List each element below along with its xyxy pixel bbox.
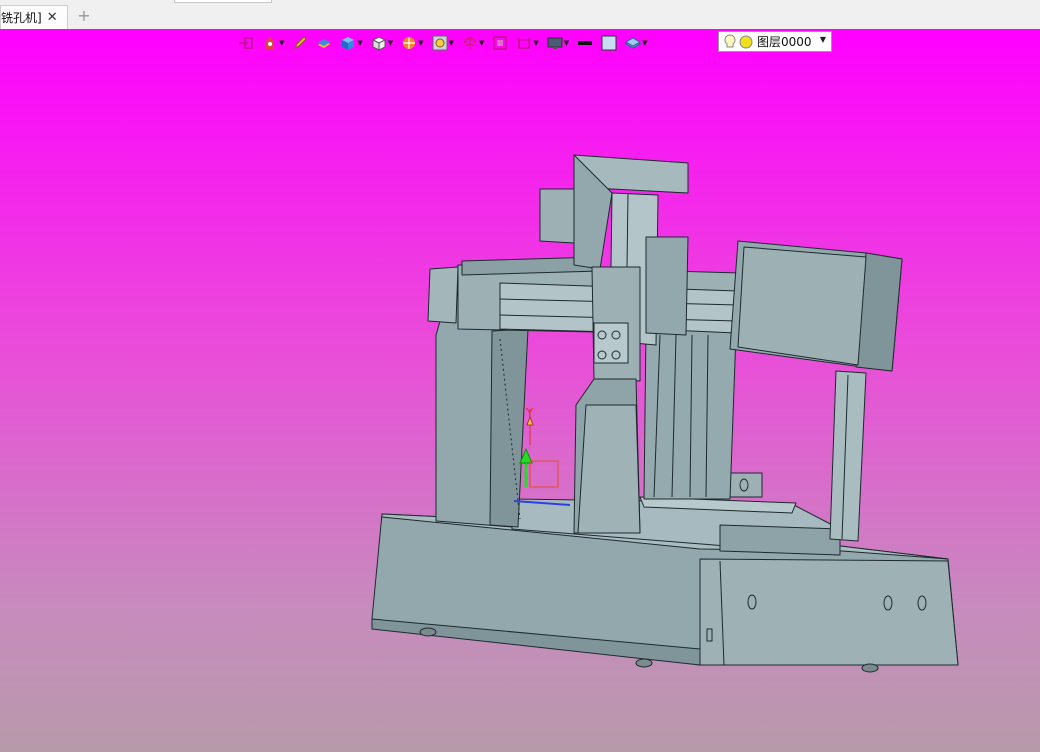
- document-tab[interactable]: 铣孔机] ✕: [0, 5, 68, 29]
- tb-rotate[interactable]: ▼: [462, 33, 484, 53]
- layer-name: 图层0000: [757, 35, 812, 49]
- chevron-down-icon: ▼: [357, 39, 363, 47]
- section-view-icon: [517, 38, 532, 49]
- chevron-down-icon: ▼: [387, 39, 394, 47]
- tb-line-color[interactable]: [577, 33, 593, 53]
- tb-pen[interactable]: [292, 33, 308, 53]
- chevron-down-icon: ▼: [533, 39, 539, 47]
- tb-fill-color[interactable]: [601, 33, 617, 53]
- chevron-down-icon: ▼: [279, 39, 285, 47]
- y-axis-label: Y: [525, 406, 534, 420]
- rotate-view-icon: [463, 37, 476, 49]
- chevron-down-icon[interactable]: ▼: [820, 35, 826, 44]
- layer-stack-icon: [625, 37, 642, 49]
- top-input-stub: [174, 0, 272, 3]
- lightbulb-icon[interactable]: [723, 33, 737, 50]
- add-tab-icon[interactable]: +: [76, 7, 92, 25]
- cnc-drilling-machine-model[interactable]: Y: [0, 29, 1040, 752]
- tb-display[interactable]: ▼: [547, 33, 569, 53]
- color-entity-icon: [318, 39, 331, 48]
- tb-color[interactable]: [316, 33, 332, 53]
- fit-view-icon: [493, 36, 508, 50]
- view-toolbar: ▼ ▼ ▼ ▼ ▼ ▼ ▼ ▼ ▼: [238, 32, 656, 54]
- solid-view-icon: [342, 37, 355, 50]
- set-properties-icon: [266, 37, 274, 49]
- layer-select[interactable]: 图层0000 ▼: [718, 31, 832, 52]
- layer-color-dot-icon[interactable]: [739, 35, 753, 49]
- render-style-icon: [403, 37, 416, 49]
- tb-move[interactable]: [238, 33, 254, 53]
- chevron-down-icon: ▼: [478, 39, 485, 47]
- tab-close-icon[interactable]: ✕: [47, 10, 58, 25]
- 3d-viewport[interactable]: Y ▼ ▼ ▼ ▼ ▼ ▼ ▼ ▼ ▼ 图层0000 ▼: [0, 29, 1040, 752]
- tb-solid[interactable]: ▼: [340, 33, 363, 53]
- view-cube-icon: [371, 36, 386, 51]
- document-tab-label: 铣孔机]: [1, 11, 42, 25]
- chevron-down-icon: ▼: [418, 39, 424, 47]
- display-monitor-icon: [547, 37, 563, 49]
- move-entity-icon: [239, 37, 253, 49]
- edit-pen-icon: [294, 36, 308, 50]
- tb-properties[interactable]: ▼: [262, 33, 284, 53]
- tb-view-cube[interactable]: ▼: [371, 33, 393, 53]
- tb-section[interactable]: ▼: [516, 33, 539, 53]
- tb-render[interactable]: ▼: [401, 33, 424, 53]
- tb-fit[interactable]: [492, 33, 508, 53]
- chevron-down-icon: ▼: [448, 39, 454, 47]
- tb-layer[interactable]: ▼: [625, 33, 648, 53]
- chevron-down-icon: ▼: [642, 39, 648, 47]
- fill-color-swatch-icon: [601, 35, 617, 51]
- zoom-view-icon: [432, 35, 448, 51]
- document-tab-bar: 铣孔机] ✕ +: [0, 0, 1040, 30]
- chevron-down-icon: ▼: [563, 39, 570, 47]
- line-color-swatch-icon: [578, 41, 593, 45]
- tb-zoom[interactable]: ▼: [432, 33, 454, 53]
